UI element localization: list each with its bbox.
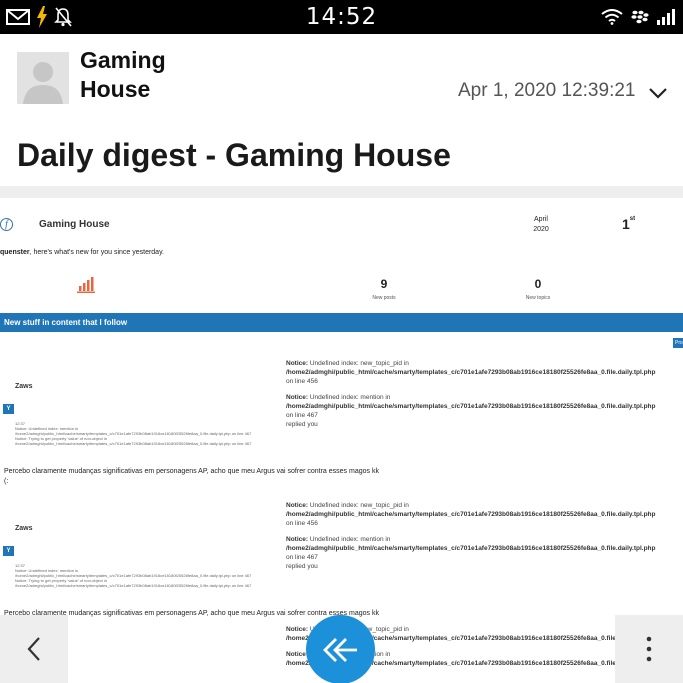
digest-day-suffix: st — [629, 216, 636, 222]
small-notice: Notice: Trying to get property 'value' o… — [15, 436, 252, 446]
notice-path: /home2/admghi/public_html/cache/smarty/t… — [286, 511, 656, 518]
small-notice: Notice: Trying to get property 'value' o… — [15, 578, 252, 588]
forum-logo-icon: f — [0, 218, 13, 231]
post-small-notices: 12:37 Notice: Undefined index: mention i… — [15, 421, 285, 446]
notice-line: on line 467 — [286, 412, 318, 419]
notice: Notice: Undefined index: new_topic_pid i… — [286, 501, 681, 528]
reply-all-icon — [322, 637, 357, 662]
post-notices: Notice: Undefined index: new_topic_pid i… — [286, 359, 681, 436]
digest-month: April — [533, 216, 548, 223]
sender-name[interactable]: Gaming House — [80, 46, 200, 104]
post-author[interactable]: Zaws — [15, 383, 33, 390]
stat-new-posts: 9 New posts — [364, 277, 404, 301]
stat-label: New posts — [372, 295, 396, 301]
notice-label: Notice: — [286, 502, 309, 509]
notice-label: Notice: — [286, 536, 309, 543]
blackberry-icon — [631, 10, 649, 24]
default-avatar-icon — [17, 52, 69, 104]
message-subject: Daily digest - Gaming House — [17, 137, 451, 173]
reply-all-button[interactable] — [306, 615, 375, 683]
stat-label: New topics — [525, 295, 551, 301]
avatar[interactable] — [17, 52, 69, 104]
replied-text: replied you — [286, 421, 318, 428]
status-bar: 14:52 — [0, 0, 683, 34]
more-vertical-icon — [646, 636, 652, 662]
site-name[interactable]: Gaming House — [39, 219, 110, 230]
status-right-icons — [601, 6, 675, 28]
notice-label: Notice: — [286, 360, 309, 367]
greeting-text: , here's what's new for you since yester… — [29, 249, 165, 256]
small-notice: Notice: Undefined index: mention in /hom… — [15, 568, 252, 578]
post-badge-icon: Y — [3, 404, 14, 414]
back-button[interactable] — [0, 615, 68, 683]
post-author[interactable]: Zaws — [15, 525, 33, 532]
notice-line: on line 456 — [286, 378, 318, 385]
section-tag[interactable]: Pro — [673, 338, 683, 348]
wifi-icon — [601, 9, 623, 25]
digest-day-number: 1 — [622, 216, 630, 232]
post-notices: Notice: Undefined index: new_topic_pid i… — [286, 501, 681, 578]
stat-new-topics: 0 New topics — [518, 277, 558, 301]
small-notice: Notice: Undefined index: mention in /hom… — [15, 426, 252, 436]
notice-text: Undefined index: mention in — [308, 536, 391, 543]
notice-label: Notice: — [286, 394, 309, 401]
post-text: Percebo claramente mudanças significativ… — [4, 468, 379, 475]
notice-path: /home2/admghi/public_html/cache/smarty/t… — [286, 545, 656, 552]
section-title-bar: New stuff in content that I follow — [0, 313, 683, 332]
notice-text: Undefined index: new_topic_pid in — [308, 360, 409, 367]
notice: Notice: Undefined index: mention in/home… — [286, 393, 681, 429]
back-icon — [27, 637, 40, 661]
notice-text: Undefined index: mention in — [308, 394, 391, 401]
divider — [0, 186, 683, 198]
message-header: Gaming House Apr 1, 2020 12:39:21 Daily … — [0, 34, 683, 184]
signal-icon — [657, 9, 675, 25]
stat-value: 0 — [534, 277, 542, 291]
notice-text: Undefined index: new_topic_pid in — [308, 502, 409, 509]
action-bar — [0, 615, 683, 683]
digest-day: 1st — [622, 216, 635, 232]
chevron-down-icon[interactable] — [647, 84, 669, 102]
digest-date: April 2020 — [528, 215, 554, 235]
notice: Notice: Undefined index: new_topic_pid i… — [286, 359, 681, 386]
more-options-button[interactable] — [615, 615, 683, 683]
notice-path: /home2/admghi/public_html/cache/smarty/t… — [286, 403, 656, 410]
greeting-user: quenster — [0, 249, 30, 256]
stats-chart-icon — [77, 277, 95, 293]
post-content[interactable]: Percebo claramente mudanças significativ… — [4, 467, 604, 487]
notice-line: on line 467 — [286, 554, 318, 561]
clock: 14:52 — [305, 4, 378, 30]
post-small-notices: 12:37 Notice: Undefined index: mention i… — [15, 563, 285, 588]
replied-text: replied you — [286, 563, 318, 570]
notice: Notice: Undefined index: mention in/home… — [286, 535, 681, 571]
notice-line: on line 456 — [286, 520, 318, 527]
message-date: Apr 1, 2020 12:39:21 — [458, 80, 636, 101]
greeting: quenster, here's what's new for you sinc… — [0, 249, 164, 256]
notice-path: /home2/admghi/public_html/cache/smarty/t… — [286, 369, 656, 376]
post-badge-icon: Y — [3, 546, 14, 556]
digest-year: 2020 — [533, 226, 549, 233]
stat-value: 9 — [380, 277, 388, 291]
email-body: f Gaming House April 2020 1st quenster, … — [0, 198, 683, 683]
post-emoticon: (: — [4, 478, 9, 485]
